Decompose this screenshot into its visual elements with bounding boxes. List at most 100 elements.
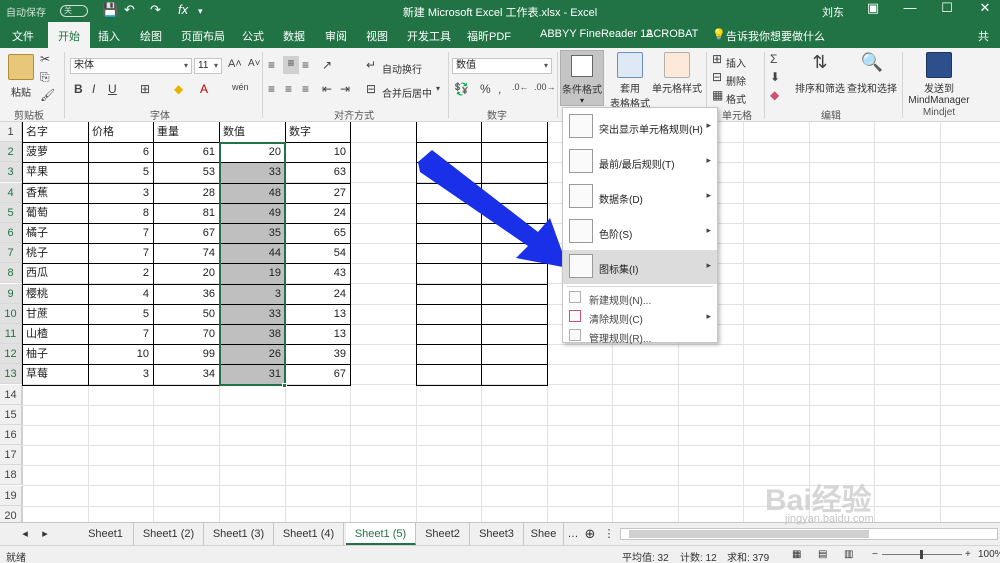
cell-number[interactable]: 24 (285, 284, 350, 304)
cell-name[interactable]: 草莓 (22, 364, 88, 384)
autosum-icon[interactable]: Σ (770, 52, 777, 66)
decrease-indent-icon[interactable]: ⇤ (322, 82, 332, 96)
tab-insert[interactable]: 插入 (98, 28, 120, 44)
cell-number[interactable]: 数字 (285, 122, 350, 142)
cell-name[interactable]: 柚子 (22, 344, 88, 364)
tab-home[interactable]: 开始 (48, 22, 90, 48)
tab-acrobat[interactable]: ACROBAT (646, 28, 698, 40)
cell-name[interactable]: 菠萝 (22, 142, 88, 162)
row-header[interactable]: 13 (0, 364, 22, 384)
scroll-right-icon[interactable]: ▸ (38, 523, 52, 545)
cut-icon[interactable]: ✂ (40, 52, 50, 66)
bold-icon[interactable]: B (74, 82, 83, 96)
cell-number[interactable]: 13 (285, 324, 350, 344)
row-header[interactable]: 18 (0, 465, 22, 485)
sheet-tab[interactable]: Sheet1 (3) (204, 523, 274, 545)
cell-number[interactable]: 39 (285, 344, 350, 364)
merge-center-button[interactable]: 合并后居中 (382, 85, 432, 100)
find-select-button[interactable]: 🔍 查找和选择 (846, 52, 898, 95)
percent-icon[interactable]: % (480, 82, 491, 96)
row-header[interactable]: 20 (0, 506, 22, 522)
cell-name[interactable]: 名字 (22, 122, 88, 142)
row-header[interactable]: 7 (0, 243, 22, 263)
page-layout-view-icon[interactable]: ▤ (818, 549, 827, 560)
cell-price[interactable]: 8 (88, 203, 153, 223)
zoom-level[interactable]: 100% (978, 549, 1000, 560)
cell-number[interactable]: 63 (285, 162, 350, 182)
delete-cells-button[interactable]: 删除 (726, 73, 746, 88)
tab-foxit-pdf[interactable]: 福昕PDF (467, 28, 511, 44)
cell-name[interactable]: 橘子 (22, 223, 88, 243)
worksheet-grid[interactable]: 1 2 3 4 5 6 7 8 9 10 11 12 13 14 15 16 17 18 19 20 名字 价格 重量 数值… (0, 122, 1000, 522)
cell-weight[interactable]: 61 (153, 142, 219, 162)
cell-number[interactable]: 27 (285, 183, 350, 203)
sheet-tab[interactable]: Sheet2 (416, 523, 470, 545)
increase-indent-icon[interactable]: ⇥ (340, 82, 350, 96)
tab-developer[interactable]: 开发工具 (407, 28, 451, 44)
close-button[interactable]: ✕ (970, 0, 1000, 16)
format-cells-icon[interactable]: ▦ (712, 88, 723, 102)
restore-button[interactable]: ☐ (932, 0, 962, 16)
orientation-icon[interactable]: ↗ (322, 58, 332, 72)
tab-abbyy[interactable]: ABBYY FineReader 12 (540, 28, 652, 40)
cell-price[interactable]: 5 (88, 162, 153, 182)
cell-price[interactable]: 7 (88, 324, 153, 344)
paste-button[interactable]: 粘贴 (6, 54, 36, 99)
cell-price[interactable]: 5 (88, 304, 153, 324)
format-cells-button[interactable]: 格式 (726, 91, 746, 106)
cell-number[interactable]: 13 (285, 304, 350, 324)
cell-weight[interactable]: 74 (153, 243, 219, 263)
increase-decimal-icon[interactable]: .0← (512, 82, 529, 92)
cell-name[interactable]: 西瓜 (22, 263, 88, 283)
cell-weight[interactable]: 81 (153, 203, 219, 223)
cell-price[interactable]: 6 (88, 142, 153, 162)
row-header[interactable]: 8 (0, 263, 22, 283)
comma-style-icon[interactable]: , (498, 82, 501, 96)
italic-icon[interactable]: I (92, 82, 95, 96)
zoom-out-icon[interactable]: − (872, 549, 878, 560)
row-header[interactable]: 6 (0, 223, 22, 243)
copy-icon[interactable]: ⎘ (40, 70, 50, 85)
clear-icon[interactable]: ◆ (770, 88, 779, 102)
row-header[interactable]: 3 (0, 162, 22, 182)
cell-weight[interactable]: 70 (153, 324, 219, 344)
cell-price[interactable]: 3 (88, 364, 153, 384)
cell-name[interactable]: 桃子 (22, 243, 88, 263)
tab-view[interactable]: 视图 (366, 28, 388, 44)
grow-font-icon[interactable]: A˄ (228, 58, 242, 70)
sheet-tab[interactable]: Sheet3 (470, 523, 524, 545)
cell-number[interactable]: 54 (285, 243, 350, 263)
tab-data[interactable]: 数据 (283, 28, 305, 44)
row-header[interactable]: 16 (0, 425, 22, 445)
tab-page-layout[interactable]: 页面布局 (181, 28, 225, 44)
cell-weight[interactable]: 67 (153, 223, 219, 243)
insert-cells-icon[interactable]: ⊞ (712, 52, 722, 66)
row-header[interactable]: 14 (0, 385, 22, 405)
chevron-down-icon[interactable]: ▾ (436, 84, 440, 93)
page-break-view-icon[interactable]: ▥ (844, 549, 853, 560)
minimize-button[interactable]: — (895, 0, 925, 15)
menu-item-top-bottom[interactable]: 最前/最后规则(T) ▸ (563, 145, 717, 179)
sheet-tab[interactable]: Sheet1 (4) (274, 523, 344, 545)
align-middle-icon[interactable]: ≡ (283, 56, 299, 74)
cell-number[interactable]: 67 (285, 364, 350, 384)
menu-item-color-scales[interactable]: 色阶(S) ▸ (563, 215, 717, 249)
cell-weight[interactable]: 99 (153, 344, 219, 364)
align-left-icon[interactable]: ≡ (268, 82, 275, 96)
send-to-mindmanager-button[interactable]: 发送到 MindManager (904, 52, 974, 106)
sort-filter-button[interactable]: ⇅ 排序和筛选 (794, 52, 846, 95)
fill-icon[interactable]: ⬇ (770, 70, 780, 84)
tab-review[interactable]: 审阅 (325, 28, 347, 44)
font-size-combo[interactable]: 11 ▾ (194, 58, 222, 74)
align-right-icon[interactable]: ≡ (302, 82, 309, 96)
sheet-tab[interactable]: Sheet1 (78, 523, 134, 545)
zoom-in-icon[interactable]: + (965, 549, 971, 560)
ribbon-display-icon[interactable]: ▣ (858, 0, 888, 16)
conditional-format-button[interactable]: 条件格式 ▾ (560, 50, 604, 106)
align-top-icon[interactable]: ≡ (268, 58, 275, 72)
row-header[interactable]: 4 (0, 183, 22, 203)
row-header[interactable]: 15 (0, 405, 22, 425)
phonetic-icon[interactable]: wén (232, 82, 249, 92)
insert-cells-button[interactable]: 插入 (726, 55, 746, 70)
cell-price[interactable]: 7 (88, 243, 153, 263)
